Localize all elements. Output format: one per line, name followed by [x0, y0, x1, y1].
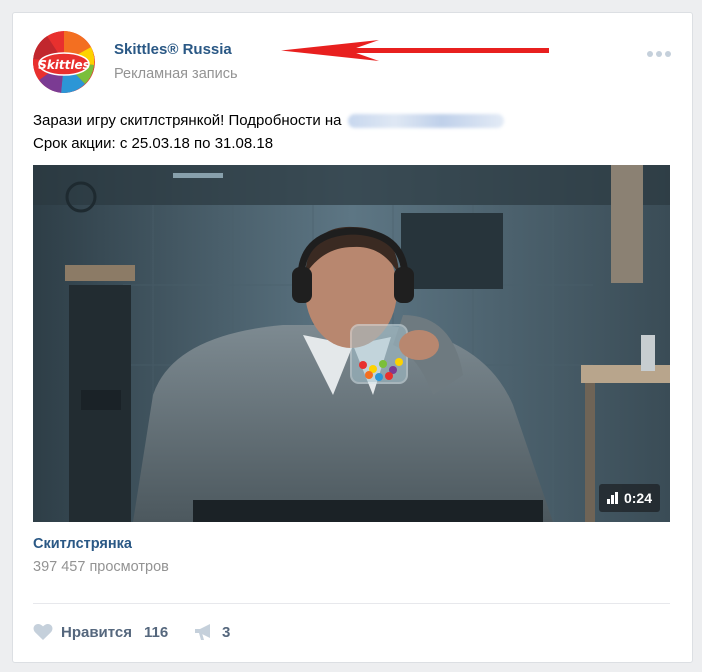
- video-thumbnail: [33, 165, 670, 522]
- post-text: Зарази игру скитлстрянкой! Подробности н…: [33, 109, 504, 155]
- post-card: Skittles Skittles® Russia Рекламная запи…: [12, 12, 693, 663]
- post-text-line-2: Срок акции: с 25.03.18 по 31.08.18: [33, 135, 274, 152]
- avatar[interactable]: Skittles: [33, 31, 95, 93]
- red-arrow-icon: [281, 40, 549, 61]
- like-button[interactable]: Нравится 116: [33, 623, 168, 641]
- heart-icon: [33, 623, 53, 640]
- more-dots-icon[interactable]: [647, 49, 673, 59]
- author-name[interactable]: Skittles® Russia: [114, 41, 232, 58]
- blurred-link[interactable]: [347, 114, 504, 129]
- megaphone-icon: [195, 624, 210, 640]
- share-count: 3: [222, 623, 231, 641]
- share-button[interactable]: 3: [194, 623, 230, 641]
- post-type-label: Рекламная запись: [114, 66, 238, 82]
- skittles-logo: Skittles: [33, 31, 95, 93]
- duration-badge: 0:24: [598, 484, 660, 512]
- divider: [33, 603, 670, 604]
- post-text-line-1: Зарази игру скитлстрянкой! Подробности н…: [33, 109, 504, 132]
- bars-icon: [606, 492, 618, 504]
- view-count: 397 457 просмотров: [33, 559, 169, 575]
- like-label: Нравится: [61, 623, 133, 641]
- video-player[interactable]: 0:24: [33, 165, 670, 522]
- svg-text:Skittles: Skittles: [38, 58, 90, 72]
- duration-text: 0:24: [623, 490, 652, 506]
- like-count: 116: [144, 623, 169, 641]
- video-title[interactable]: Скитлстрянка: [33, 536, 132, 552]
